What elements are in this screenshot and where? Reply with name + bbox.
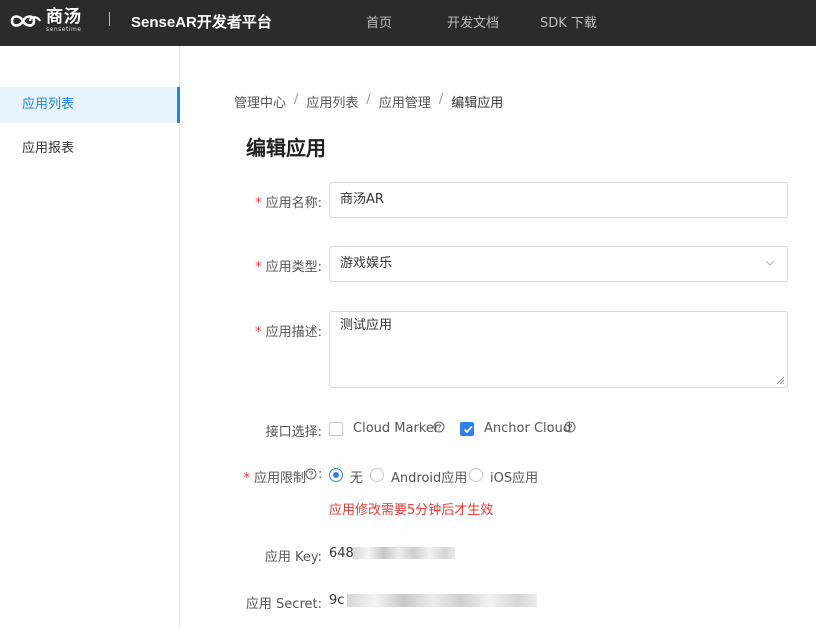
- app-secret-value: 9c: [329, 593, 345, 608]
- breadcrumb-item-current: 编辑应用: [451, 96, 504, 111]
- sidebar-item-app-report[interactable]: 应用报表: [0, 131, 180, 167]
- resize-grip-icon[interactable]: [776, 376, 785, 385]
- anchor-cloud-checkbox[interactable]: [460, 422, 474, 436]
- sensetime-logo-icon: [10, 15, 42, 27]
- page-title: 编辑应用: [246, 136, 326, 160]
- breadcrumb-separator: /: [438, 92, 444, 107]
- restriction-none-radio[interactable]: [329, 468, 343, 482]
- app-key-redacted: [353, 547, 455, 559]
- breadcrumb-item-management[interactable]: 管理中心: [234, 92, 286, 111]
- anchor-cloud-label[interactable]: Anchor Cloud: [484, 421, 571, 436]
- app-type-value: 游戏娱乐: [340, 256, 393, 271]
- sidebar: 应用列表 应用报表: [0, 46, 180, 628]
- app-type-label: * 应用类型:: [255, 260, 322, 275]
- app-key-label: 应用 Key:: [264, 550, 322, 565]
- platform-title: SenseAR开发者平台: [131, 14, 272, 31]
- breadcrumb-item-app-manage[interactable]: 应用管理: [379, 92, 431, 111]
- restriction-label: * 应用限制: [243, 471, 306, 486]
- interfaces-label: 接口选择:: [265, 425, 322, 440]
- chevron-down-icon: [765, 260, 775, 266]
- app-key-value: 648: [329, 546, 354, 561]
- check-icon: [463, 425, 473, 434]
- header-divider: [109, 12, 110, 26]
- nav-docs[interactable]: 开发文档: [447, 12, 499, 31]
- nav-home[interactable]: 首页: [366, 12, 392, 31]
- logo-text-en: sensetime: [46, 26, 82, 33]
- breadcrumb-separator: /: [294, 92, 299, 107]
- restriction-colon: :: [318, 467, 323, 482]
- app-type-select[interactable]: 游戏娱乐: [329, 246, 788, 282]
- logo-text-cn: 商汤: [46, 7, 82, 27]
- app-description-label: * 应用描述:: [255, 325, 322, 340]
- app-name-label: * 应用名称:: [255, 196, 322, 211]
- top-navbar: 商汤 sensetime SenseAR开发者平台 首页 开发文档 SDK 下载: [0, 0, 816, 46]
- restriction-android-radio[interactable]: [370, 468, 384, 482]
- required-marker: *: [243, 471, 250, 486]
- nav-sdk-download[interactable]: SDK 下载: [540, 12, 597, 31]
- breadcrumb: 管理中心 / 应用列表 / 应用管理 / 编辑应用: [234, 92, 503, 111]
- help-icon[interactable]: [564, 421, 576, 433]
- required-marker: *: [255, 325, 262, 340]
- required-marker: *: [255, 196, 262, 211]
- sidebar-item-app-list[interactable]: 应用列表: [0, 87, 180, 123]
- restriction-warning: 应用修改需要5分钟后才生效: [329, 503, 494, 518]
- required-marker: *: [255, 260, 262, 275]
- restriction-none-label[interactable]: 无: [350, 467, 363, 486]
- help-icon[interactable]: [433, 421, 445, 433]
- cloud-marker-checkbox[interactable]: [329, 422, 343, 436]
- breadcrumb-item-app-list[interactable]: 应用列表: [306, 92, 358, 111]
- breadcrumb-separator: /: [366, 92, 371, 107]
- help-icon[interactable]: [305, 468, 317, 480]
- app-description-textarea[interactable]: 测试应用: [329, 311, 788, 388]
- restriction-android-label[interactable]: Android应用: [391, 467, 467, 486]
- app-secret-redacted: [347, 594, 537, 607]
- restriction-ios-label[interactable]: iOS应用: [490, 467, 538, 486]
- logo[interactable]: 商汤 sensetime: [8, 9, 82, 33]
- app-name-input[interactable]: 商汤AR: [329, 182, 788, 218]
- cloud-marker-label[interactable]: Cloud Marker: [353, 421, 439, 436]
- app-secret-label: 应用 Secret:: [245, 597, 322, 612]
- app-description-value: 测试应用: [340, 318, 393, 333]
- restriction-ios-radio[interactable]: [469, 468, 483, 482]
